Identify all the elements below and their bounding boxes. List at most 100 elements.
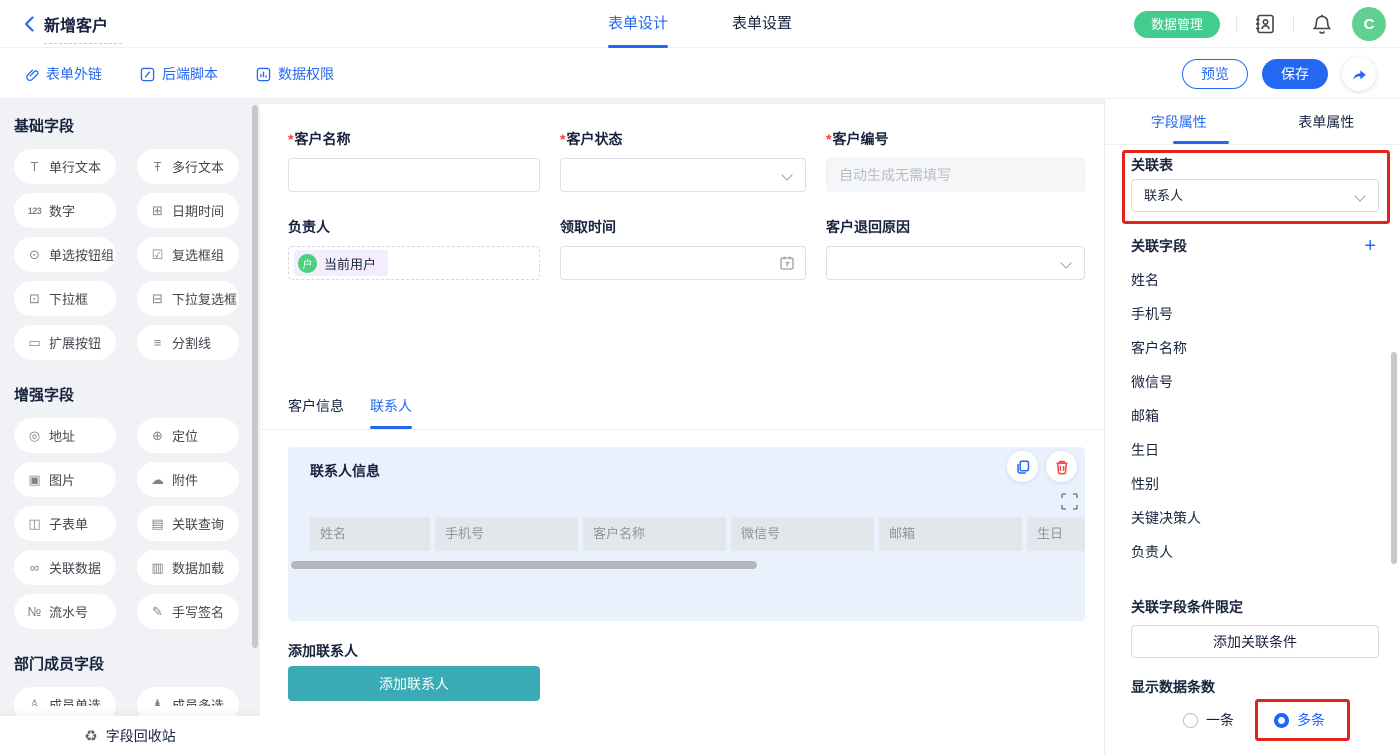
relation-field-item[interactable]: 手机号 xyxy=(1131,297,1201,331)
radio-multiple[interactable]: 多条 xyxy=(1274,710,1325,730)
claim-time-date-input[interactable] xyxy=(560,246,806,280)
column-header[interactable]: 生日 xyxy=(1027,517,1085,551)
properties-scrollbar[interactable] xyxy=(1391,352,1397,564)
customer-status-select[interactable] xyxy=(560,158,806,192)
backend-script-link[interactable]: 后端脚本 xyxy=(140,64,218,84)
field-item-single-text[interactable]: T单行文本 xyxy=(14,149,116,184)
share-button[interactable] xyxy=(1342,57,1376,91)
user-avatar[interactable]: C xyxy=(1352,7,1386,41)
locate-icon: ⊕ xyxy=(149,428,166,444)
calendar-icon: ⊞ xyxy=(149,203,166,219)
data-manage-button[interactable]: 数据管理 xyxy=(1134,11,1220,38)
field-item-checkbox-group[interactable]: ☑复选框组 xyxy=(137,237,239,272)
form-canvas: 客户名称 客户状态 客户编号 自动生成无需填写 负责人 户 当前用户 xyxy=(260,99,1104,755)
field-item-image[interactable]: ▣图片 xyxy=(14,462,116,497)
chevron-down-icon xyxy=(781,169,792,180)
subform-table-header: 姓名 手机号 客户名称 微信号 邮箱 生日 xyxy=(310,517,1085,551)
form-field-claim-time[interactable]: 领取时间 xyxy=(560,217,806,280)
current-user-tag: 户 当前用户 xyxy=(294,250,388,276)
field-item-locate[interactable]: ⊕定位 xyxy=(137,418,239,453)
customer-name-input[interactable] xyxy=(288,158,540,192)
relation-field-item[interactable]: 姓名 xyxy=(1131,263,1201,297)
relation-field-item[interactable]: 负责人 xyxy=(1131,535,1201,569)
active-tab-underline xyxy=(1173,141,1229,144)
add-condition-button[interactable]: 添加关联条件 xyxy=(1131,625,1379,658)
field-item-relation-query[interactable]: ▤关联查询 xyxy=(137,506,239,541)
sidebar-scrollbar[interactable] xyxy=(252,105,258,648)
tab-form-properties[interactable]: 表单属性 xyxy=(1253,99,1400,144)
form-field-customer-code[interactable]: 客户编号 自动生成无需填写 xyxy=(826,129,1085,192)
number-icon: 123 xyxy=(26,206,43,216)
data-load-icon: ▥ xyxy=(149,560,166,576)
field-item-extend-button[interactable]: ▭扩展按钮 xyxy=(14,325,116,360)
owner-field-box[interactable]: 户 当前用户 xyxy=(288,246,540,280)
notification-bell-icon[interactable] xyxy=(1310,12,1334,36)
field-item-dropdown[interactable]: ⊡下拉框 xyxy=(14,281,116,316)
data-permission-link[interactable]: 数据权限 xyxy=(256,64,334,84)
tab-form-settings[interactable]: 表单设置 xyxy=(732,0,792,48)
field-item-subform[interactable]: ◫子表单 xyxy=(14,506,116,541)
form-toolbar: 表单外链 后端脚本 数据权限 预览 保存 xyxy=(0,49,1400,99)
add-contact-button[interactable]: 添加联系人 xyxy=(288,666,540,701)
tab-field-properties[interactable]: 字段属性 xyxy=(1105,99,1253,144)
dropdown-icon: ⊡ xyxy=(26,291,43,307)
field-item-multi-text[interactable]: Ŧ多行文本 xyxy=(137,149,239,184)
tab-contacts[interactable]: 联系人 xyxy=(370,396,412,429)
form-external-link[interactable]: 表单外链 xyxy=(24,64,102,84)
tab-form-design[interactable]: 表单设计 xyxy=(608,0,668,48)
column-header[interactable]: 手机号 xyxy=(435,517,578,551)
save-button[interactable]: 保存 xyxy=(1262,59,1328,89)
contact-subform-panel[interactable]: 联系人信息 姓名 手机号 客户名称 微信号 邮箱 生日 xyxy=(288,447,1085,621)
section-title-basic-fields: 基础字段 xyxy=(14,115,260,136)
chevron-down-icon xyxy=(1060,257,1071,268)
radio-icon xyxy=(1274,713,1289,728)
form-field-customer-name[interactable]: 客户名称 xyxy=(288,129,540,192)
section-title-member-fields: 部门成员字段 xyxy=(14,653,260,674)
column-header[interactable]: 姓名 xyxy=(310,517,430,551)
delete-button[interactable] xyxy=(1046,451,1077,482)
field-item-radio-group[interactable]: ⊙单选按钮组 xyxy=(14,237,116,272)
extend-button-icon: ▭ xyxy=(26,335,43,351)
column-header[interactable]: 微信号 xyxy=(731,517,874,551)
field-item-attachment[interactable]: ☁附件 xyxy=(137,462,239,497)
customer-code-input: 自动生成无需填写 xyxy=(826,158,1085,192)
field-item-signature[interactable]: ✎手写签名 xyxy=(137,594,239,629)
horizontal-scrollbar[interactable] xyxy=(291,561,757,569)
field-recycle-bin[interactable]: ♻ 字段回收站 xyxy=(0,716,260,755)
relation-data-icon: ∞ xyxy=(26,560,43,575)
preview-button[interactable]: 预览 xyxy=(1182,59,1248,89)
relation-field-item[interactable]: 客户名称 xyxy=(1131,331,1201,365)
relation-field-item[interactable]: 生日 xyxy=(1131,433,1201,467)
field-item-serial-number[interactable]: №流水号 xyxy=(14,594,116,629)
return-reason-select[interactable] xyxy=(826,246,1085,280)
form-field-return-reason[interactable]: 客户退回原因 xyxy=(826,217,1085,280)
field-item-relation-data[interactable]: ∞关联数据 xyxy=(14,550,116,585)
tab-customer-info[interactable]: 客户信息 xyxy=(288,396,344,429)
field-item-datetime[interactable]: ⊞日期时间 xyxy=(137,193,239,228)
copy-button[interactable] xyxy=(1007,451,1038,482)
contact-book-icon[interactable] xyxy=(1253,12,1277,36)
add-field-plus-icon[interactable]: + xyxy=(1364,236,1376,256)
selection-corners-icon[interactable] xyxy=(1061,493,1078,510)
relation-query-icon: ▤ xyxy=(149,516,166,532)
trash-icon xyxy=(1054,459,1070,475)
relation-field-item[interactable]: 邮箱 xyxy=(1131,399,1201,433)
user-tag-person-icon: 户 xyxy=(298,254,317,273)
column-header[interactable]: 邮箱 xyxy=(879,517,1022,551)
field-item-address[interactable]: ◎地址 xyxy=(14,418,116,453)
field-item-number[interactable]: 123数字 xyxy=(14,193,116,228)
field-item-data-load[interactable]: ▥数据加载 xyxy=(137,550,239,585)
relation-field-item[interactable]: 性别 xyxy=(1131,467,1201,501)
chevron-down-icon xyxy=(1354,190,1365,201)
field-item-multi-dropdown[interactable]: ⊟下拉复选框 xyxy=(137,281,239,316)
radio-single[interactable]: 一条 xyxy=(1183,710,1234,730)
form-field-owner[interactable]: 负责人 户 当前用户 xyxy=(288,217,540,280)
relation-field-item[interactable]: 关键决策人 xyxy=(1131,501,1201,535)
relation-table-select[interactable]: 联系人 xyxy=(1131,179,1379,212)
relation-field-item[interactable]: 微信号 xyxy=(1131,365,1201,399)
field-item-divider[interactable]: ≡分割线 xyxy=(137,325,239,360)
recycle-icon: ♻ xyxy=(84,727,97,745)
display-count-label: 显示数据条数 xyxy=(1131,677,1215,697)
column-header[interactable]: 客户名称 xyxy=(583,517,726,551)
form-field-customer-status[interactable]: 客户状态 xyxy=(560,129,806,192)
